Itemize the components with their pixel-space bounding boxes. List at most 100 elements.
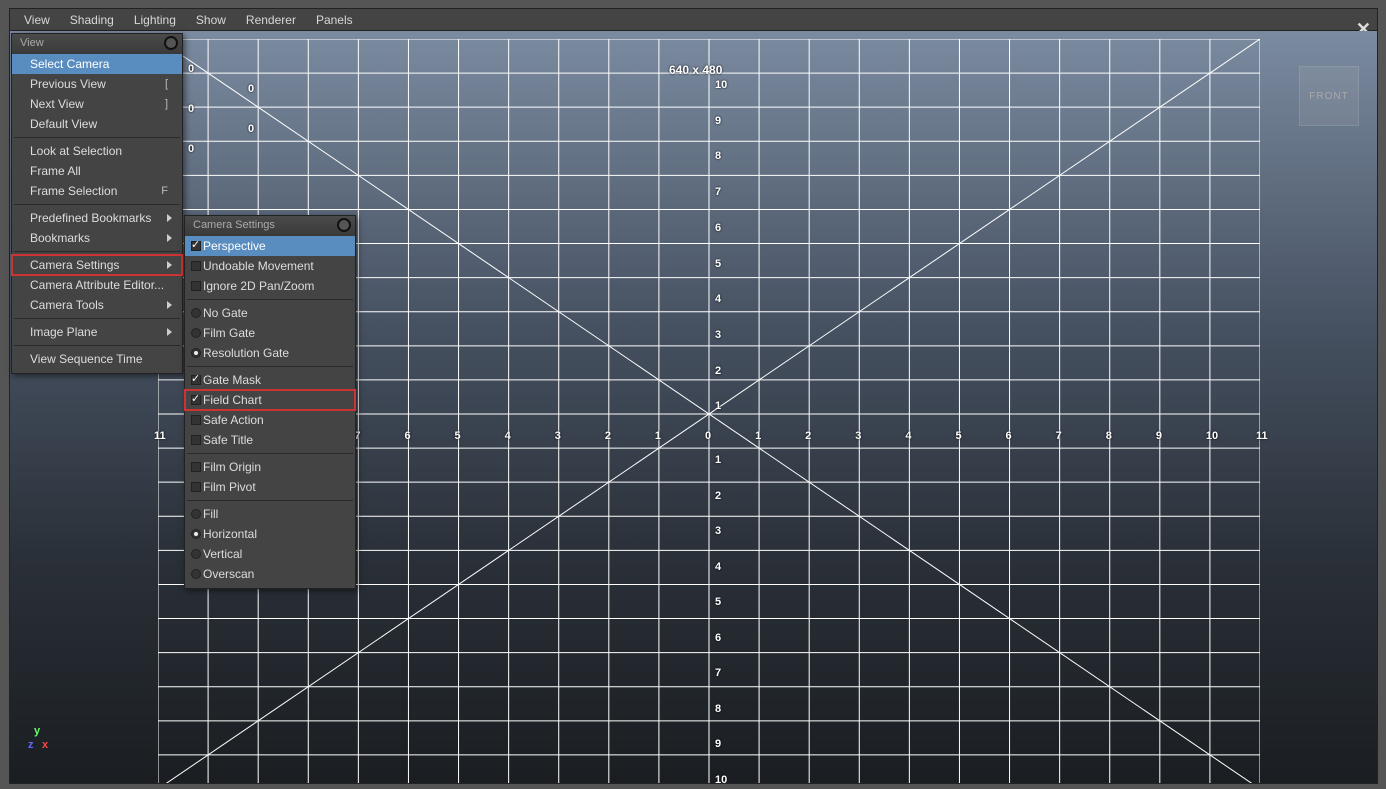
view-menu-item[interactable]: Select Camera [12,54,182,74]
field-chart-number: 8 [715,703,721,715]
axis-x-icon: x [42,739,48,751]
view-menu-item[interactable]: Default View [12,114,182,134]
checkbox-icon [191,261,201,271]
menu-shortcut: ] [165,98,172,110]
field-chart-number: 3 [555,430,561,442]
field-chart-number: 2 [605,430,611,442]
menu-item-label: Default View [30,117,97,131]
field-chart-number: 3 [715,329,721,341]
menu-item-label: Fill [203,507,218,521]
checkbox-icon [191,482,201,492]
camera-settings-item[interactable]: Safe Action [185,410,355,430]
view-menu-title-label: View [20,37,44,49]
field-chart-number: 4 [715,561,721,573]
view-menu-title: View [12,34,182,54]
camera-settings-item[interactable]: Film Gate [185,323,355,343]
checkbox-icon [191,462,201,472]
field-chart-number: 1 [655,430,661,442]
checkbox-icon [191,435,201,445]
view-menu-item[interactable]: Frame Selection F [12,181,182,201]
camera-settings-menu: Camera Settings Perspective Undoable Move… [184,215,356,589]
menu-item-label: Horizontal [203,527,257,541]
field-chart-number: 1 [755,430,761,442]
field-chart-number: 8 [715,150,721,162]
axis-gizmo: y z x [28,725,68,765]
camera-settings-menu-title-label: Camera Settings [193,219,275,231]
menu-item-label: Bookmarks [30,231,90,245]
menu-item-label: Frame Selection [30,184,117,198]
menu-shortcut: [ [165,78,172,90]
menu-item-label: Safe Title [203,433,253,447]
view-menu-item[interactable]: Previous View[ [12,74,182,94]
field-chart-number: 9 [1156,430,1162,442]
view-menu-item[interactable]: Image Plane [12,322,182,342]
field-chart-number: 0 [248,123,254,135]
view-menu: View Select CameraPrevious View[Next Vie… [11,33,183,374]
camera-settings-item[interactable]: Undoable Movement [185,256,355,276]
menu-item-label: Undoable Movement [203,259,314,273]
field-chart-number: 2 [805,430,811,442]
view-menu-item[interactable]: Next View] [12,94,182,114]
view-menu-item[interactable]: Predefined Bookmarks [12,208,182,228]
panel-menubar: View Shading Lighting Show Renderer Pane… [10,9,1377,31]
view-menu-item[interactable]: Frame All [12,161,182,181]
radio-icon [191,509,201,519]
camera-settings-item[interactable]: Film Pivot [185,477,355,497]
field-chart-number: 7 [715,186,721,198]
tearoff-pin-icon[interactable] [337,218,351,232]
camera-settings-item[interactable]: Safe Title [185,430,355,450]
submenu-arrow-icon [167,301,172,309]
camera-settings-item[interactable]: Field Chart [185,390,355,410]
view-menu-item[interactable]: Bookmarks [12,228,182,248]
menu-item-label: Overscan [203,567,254,581]
field-chart-number: 9 [715,115,721,127]
menu-shortcut: F [161,185,172,197]
menu-item-label: Safe Action [203,413,264,427]
menu-item-label: Look at Selection [30,144,122,158]
camera-settings-item[interactable]: Resolution Gate [185,343,355,363]
camera-settings-item[interactable]: Horizontal [185,524,355,544]
field-chart-number: 9 [715,738,721,750]
menubar-item-lighting[interactable]: Lighting [124,10,186,30]
menu-item-label: Gate Mask [203,373,261,387]
field-chart-number: 4 [905,430,911,442]
view-menu-item[interactable]: View Sequence Time [12,349,182,369]
camera-settings-item[interactable]: Vertical [185,544,355,564]
tearoff-pin-icon[interactable] [164,36,178,50]
view-menu-item[interactable]: Look at Selection [12,141,182,161]
menubar-item-show[interactable]: Show [186,10,236,30]
view-menu-item[interactable]: Camera Attribute Editor... [12,275,182,295]
camera-settings-item[interactable]: Gate Mask [185,370,355,390]
menu-item-label: Film Origin [203,460,261,474]
checkbox-icon [191,375,201,385]
menu-item-label: View Sequence Time [30,352,143,366]
menubar-item-panels[interactable]: Panels [306,10,363,30]
field-chart-number: 5 [455,430,461,442]
view-menu-item[interactable]: Camera Tools [12,295,182,315]
menu-item-label: Camera Settings [30,258,119,272]
menu-item-label: Resolution Gate [203,346,289,360]
submenu-arrow-icon [167,214,172,222]
menu-item-label: Next View [30,97,84,111]
menu-item-label: Camera Tools [30,298,104,312]
camera-settings-item[interactable]: Ignore 2D Pan/Zoom [185,276,355,296]
menubar-item-shading[interactable]: Shading [60,10,124,30]
radio-icon [191,328,201,338]
menubar-item-view[interactable]: View [14,10,60,30]
menu-item-label: No Gate [203,306,248,320]
viewcube[interactable]: FRONT [1299,66,1359,126]
camera-settings-item[interactable]: No Gate [185,303,355,323]
radio-icon [191,529,201,539]
view-menu-item[interactable]: Camera Settings [12,255,182,275]
camera-settings-item[interactable]: Film Origin [185,457,355,477]
camera-settings-item[interactable]: Overscan [185,564,355,584]
menu-item-label: Field Chart [203,393,262,407]
radio-icon [191,569,201,579]
resolution-label: 640 x 480 [669,63,722,77]
menu-item-label: Ignore 2D Pan/Zoom [203,279,314,293]
checkbox-icon [191,415,201,425]
camera-settings-item[interactable]: Perspective [185,236,355,256]
camera-settings-item[interactable]: Fill [185,504,355,524]
field-chart-number: 5 [715,258,721,270]
menubar-item-renderer[interactable]: Renderer [236,10,306,30]
